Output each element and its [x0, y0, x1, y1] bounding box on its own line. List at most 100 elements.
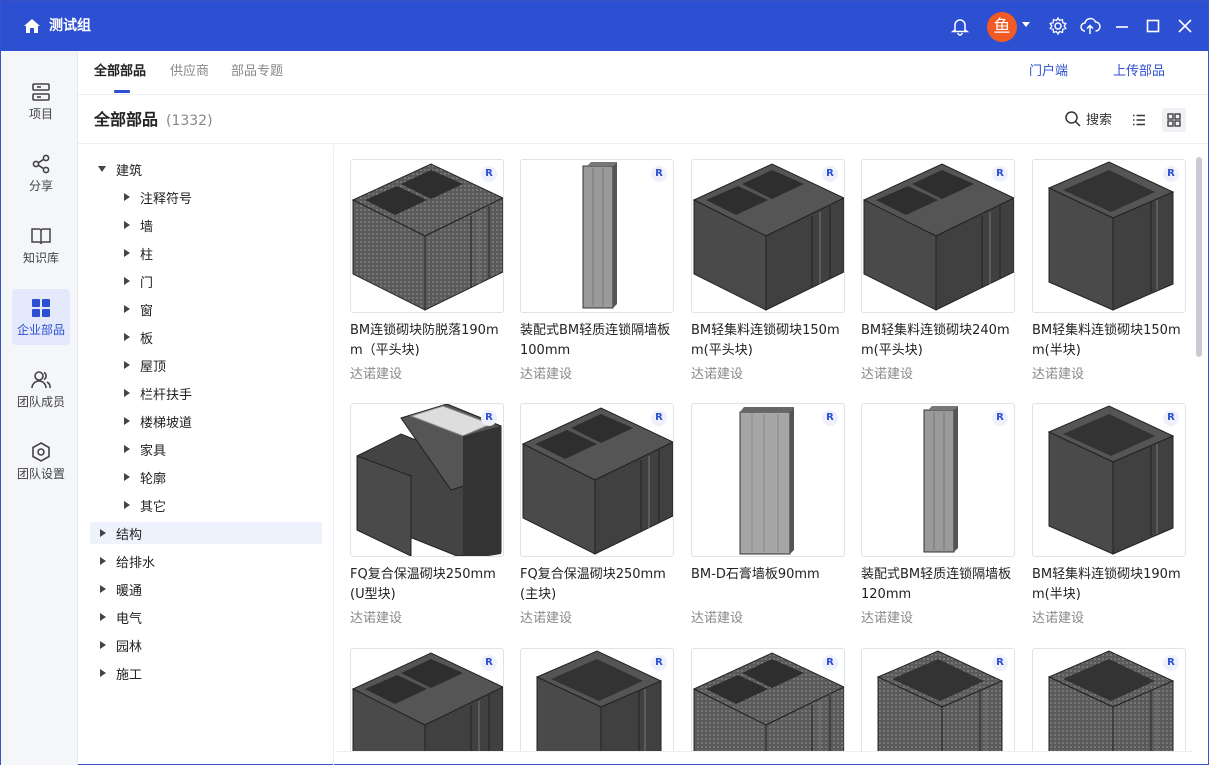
sidebar-item-team-members[interactable]: 团队成员 — [12, 361, 70, 417]
part-thumbnail[interactable]: R — [350, 403, 504, 557]
tree-node[interactable]: 施工 — [78, 662, 318, 684]
part-name[interactable]: FQ复合保温砌块250mm(U型块) — [350, 565, 506, 605]
part-thumbnail[interactable]: R — [520, 648, 674, 751]
tree-node-root[interactable]: 建筑 — [78, 158, 318, 180]
tab-topics[interactable]: 部品专题 — [231, 64, 283, 80]
home-icon[interactable] — [23, 17, 41, 35]
part-card[interactable]: R — [861, 648, 1017, 751]
part-card[interactable]: R 装配式BM轻质连锁隔墙板120mm 达诺建设 — [861, 403, 1017, 627]
part-card[interactable]: R — [691, 648, 847, 751]
tree-node-child[interactable]: 板 — [78, 326, 318, 348]
minimize-icon[interactable] — [1110, 14, 1134, 38]
caret-right-icon[interactable] — [100, 557, 106, 565]
part-name[interactable]: 装配式BM轻质连锁隔墙板100mm — [520, 321, 676, 361]
tree-node-child[interactable]: 门 — [78, 270, 318, 292]
part-card[interactable]: R FQ复合保温砌块250mm(U型块) 达诺建设 — [350, 403, 506, 627]
portal-link[interactable]: 门户端 — [1029, 64, 1068, 80]
caret-right-icon[interactable] — [124, 221, 130, 229]
caret-right-icon[interactable] — [124, 333, 130, 341]
caret-right-icon[interactable] — [124, 305, 130, 313]
part-name[interactable]: BM轻集料连锁砌块190mm(半块) — [1032, 565, 1188, 605]
caret-right-icon[interactable] — [124, 473, 130, 481]
part-name[interactable]: BM连锁砌块防脱落190mm（平头块) — [350, 321, 506, 361]
tree-node-child[interactable]: 屋顶 — [78, 354, 318, 376]
list-view-button[interactable] — [1127, 108, 1151, 132]
horizontal-scrollbar[interactable] — [335, 751, 1193, 765]
part-supplier[interactable]: 达诺建设 — [691, 367, 847, 383]
sidebar-item-projects[interactable]: 项目 — [12, 73, 70, 129]
part-card[interactable]: R — [1032, 648, 1188, 751]
part-thumbnail[interactable]: R — [861, 403, 1015, 557]
vertical-scrollbar[interactable] — [1193, 145, 1207, 751]
part-card[interactable]: R BM轻集料连锁砌块190mm(半块) 达诺建设 — [1032, 403, 1188, 627]
caret-down-icon[interactable] — [98, 166, 106, 172]
part-thumbnail[interactable]: R — [350, 648, 504, 751]
chevron-down-icon[interactable] — [1022, 22, 1030, 27]
tree-node-child[interactable]: 注释符号 — [78, 186, 318, 208]
close-icon[interactable] — [1173, 14, 1197, 38]
part-card[interactable]: R BM轻集料连锁砌块150mm(半块) 达诺建设 — [1032, 159, 1188, 383]
tree-node-child[interactable]: 栏杆扶手 — [78, 382, 318, 404]
part-card[interactable]: R — [350, 648, 506, 751]
gear-icon[interactable] — [1046, 14, 1070, 38]
caret-right-icon[interactable] — [124, 249, 130, 257]
caret-right-icon[interactable] — [124, 501, 130, 509]
part-thumbnail[interactable]: R — [350, 159, 504, 313]
part-thumbnail[interactable]: R — [691, 648, 845, 751]
sidebar-item-enterprise-parts[interactable]: 企业部品 — [12, 289, 70, 345]
part-name[interactable]: 装配式BM轻质连锁隔墙板120mm — [861, 565, 1017, 605]
caret-right-icon[interactable] — [124, 445, 130, 453]
cloud-upload-icon[interactable] — [1078, 14, 1102, 38]
grid-view-button[interactable] — [1162, 108, 1186, 132]
part-card[interactable]: R — [520, 648, 676, 751]
caret-right-icon[interactable] — [124, 389, 130, 397]
part-supplier[interactable]: 达诺建设 — [350, 367, 506, 383]
tree-node-child[interactable]: 窗 — [78, 298, 318, 320]
caret-right-icon[interactable] — [100, 585, 106, 593]
part-card[interactable]: R FQ复合保温砌块250mm(主块) 达诺建设 — [520, 403, 676, 627]
part-thumbnail[interactable]: R — [861, 159, 1015, 313]
part-supplier[interactable]: 达诺建设 — [691, 611, 847, 627]
sidebar-item-knowledge[interactable]: 知识库 — [12, 217, 70, 273]
caret-right-icon[interactable] — [100, 669, 106, 677]
part-supplier[interactable]: 达诺建设 — [520, 611, 676, 627]
tree-node-child[interactable]: 家具 — [78, 438, 318, 460]
part-supplier[interactable]: 达诺建设 — [861, 611, 1017, 627]
tab-suppliers[interactable]: 供应商 — [170, 64, 209, 80]
part-thumbnail[interactable]: R — [1032, 159, 1186, 313]
part-name[interactable]: BM-D石膏墙板90mm — [691, 565, 847, 605]
part-thumbnail[interactable]: R — [1032, 648, 1186, 751]
part-supplier[interactable]: 达诺建设 — [1032, 367, 1188, 383]
part-name[interactable]: FQ复合保温砌块250mm(主块) — [520, 565, 676, 605]
scrollbar-thumb[interactable] — [1196, 157, 1202, 357]
tree-node[interactable]: 给排水 — [78, 550, 318, 572]
avatar[interactable]: 鱼 — [987, 12, 1017, 42]
part-thumbnail[interactable]: R — [691, 403, 845, 557]
maximize-icon[interactable] — [1141, 14, 1165, 38]
part-supplier[interactable]: 达诺建设 — [350, 611, 506, 627]
part-thumbnail[interactable]: R — [520, 159, 674, 313]
bell-icon[interactable] — [948, 14, 972, 38]
tree-node-child[interactable]: 楼梯坡道 — [78, 410, 318, 432]
tab-all-parts[interactable]: 全部部品 — [94, 64, 146, 80]
part-card[interactable]: R 装配式BM轻质连锁隔墙板100mm 达诺建设 — [520, 159, 676, 383]
caret-right-icon[interactable] — [100, 613, 106, 621]
part-thumbnail[interactable]: R — [520, 403, 674, 557]
part-name[interactable]: BM轻集料连锁砌块240mm(平头块) — [861, 321, 1017, 361]
tree-node[interactable]: 结构 — [90, 522, 322, 544]
tree-node[interactable]: 园林 — [78, 634, 318, 656]
search-button[interactable]: 搜索 — [1064, 109, 1112, 128]
tree-node-child[interactable]: 墙 — [78, 214, 318, 236]
part-thumbnail[interactable]: R — [861, 648, 1015, 751]
tree-node-child[interactable]: 轮廓 — [78, 466, 318, 488]
part-card[interactable]: R BM轻集料连锁砌块240mm(平头块) 达诺建设 — [861, 159, 1017, 383]
caret-right-icon[interactable] — [124, 193, 130, 201]
part-supplier[interactable]: 达诺建设 — [861, 367, 1017, 383]
caret-right-icon[interactable] — [100, 529, 106, 537]
part-supplier[interactable]: 达诺建设 — [520, 367, 676, 383]
sidebar-item-share[interactable]: 分享 — [12, 145, 70, 201]
part-thumbnail[interactable]: R — [1032, 403, 1186, 557]
part-card[interactable]: R BM连锁砌块防脱落190mm（平头块) 达诺建设 — [350, 159, 506, 383]
part-name[interactable]: BM轻集料连锁砌块150mm(平头块) — [691, 321, 847, 361]
upload-parts-link[interactable]: 上传部品 — [1113, 64, 1165, 80]
